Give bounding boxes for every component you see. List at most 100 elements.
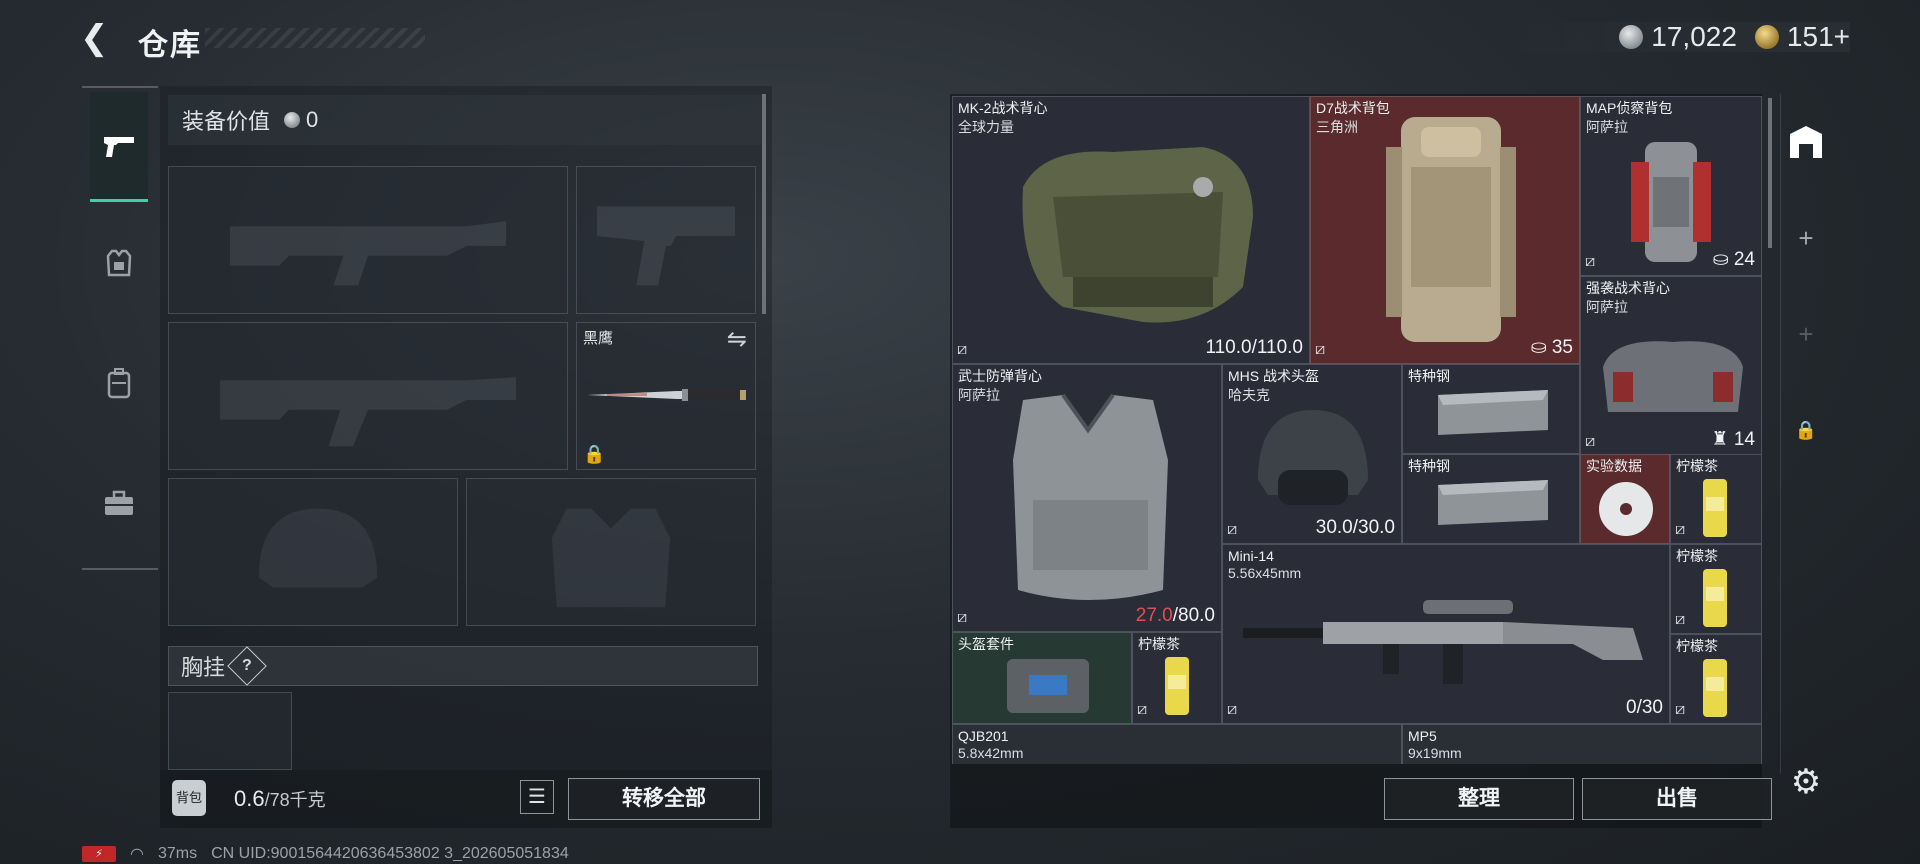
- chest-rig-slot[interactable]: [168, 692, 292, 770]
- item-assault-vest[interactable]: 强袭战术背心 阿萨拉 ⧄ ♜ 14: [1580, 276, 1762, 456]
- disc-image: [1599, 482, 1653, 536]
- armor-slot[interactable]: [466, 478, 756, 626]
- storage-home-icon: [1790, 126, 1822, 158]
- capacity: ⛀ 24: [1712, 249, 1755, 270]
- lock-icon: 🔒: [1794, 419, 1818, 440]
- storage-scrollbar[interactable]: [1768, 98, 1772, 248]
- battery-icon: ⚡: [82, 846, 116, 862]
- helmet-slot[interactable]: [168, 478, 458, 626]
- add-storage-button[interactable]: +: [1778, 198, 1834, 278]
- transfer-all-button[interactable]: 转移全部: [568, 778, 760, 820]
- item-lemon-tea[interactable]: 柠檬茶 ⧄: [1670, 454, 1762, 544]
- locked-storage-button[interactable]: 🔒: [1778, 390, 1834, 470]
- capacity: ♜ 14: [1711, 429, 1755, 450]
- settings-button[interactable]: ⚙: [1786, 762, 1826, 802]
- list-icon: ☰: [528, 786, 546, 808]
- tradeable-icon: ⧄: [1585, 433, 1596, 450]
- tradeable-icon: ⧄: [957, 609, 968, 626]
- rail-item-armor[interactable]: [90, 208, 148, 318]
- item-mhs-helmet[interactable]: MHS 战术头盔 哈夫克 ⧄ 30.0/30.0: [1222, 364, 1402, 544]
- silver-coin-icon: [1619, 25, 1644, 49]
- item-lab-data[interactable]: 实验数据: [1580, 454, 1670, 544]
- tactical-vest-image: [1022, 147, 1253, 323]
- backpack-image: [1386, 117, 1516, 342]
- item-helmet-kit[interactable]: 头盔套件: [952, 632, 1132, 724]
- durability: 27.0/80.0: [1135, 605, 1215, 626]
- equipment-value: 0: [306, 107, 319, 132]
- tradeable-icon: ⧄: [1585, 253, 1596, 270]
- primary-weapon-slot[interactable]: [168, 166, 568, 314]
- tradeable-icon: ⧄: [1137, 701, 1148, 718]
- rifle-placeholder-icon: [220, 377, 516, 447]
- lemon-tea-can-image: [1165, 657, 1189, 715]
- lemon-tea-can-image: [1703, 659, 1727, 717]
- tradeable-icon: ⧄: [1675, 611, 1686, 628]
- rifle-image: [1243, 600, 1643, 684]
- plus-icon: +: [1798, 222, 1814, 253]
- lemon-tea-can-image: [1703, 569, 1727, 627]
- item-d7-backpack[interactable]: D7战术背包 三角洲 ⧄ ⛀ 35: [1310, 96, 1580, 364]
- lemon-tea-can-image: [1703, 479, 1727, 537]
- ammo-count: 0/30: [1626, 697, 1663, 718]
- pistol-slot[interactable]: [576, 166, 756, 314]
- page-title: 仓库: [138, 29, 202, 62]
- knife-icon: [587, 389, 746, 401]
- item-samurai-vest[interactable]: 武士防弹背心 阿萨拉 ⧄ 27.0/80.0: [952, 364, 1222, 632]
- plus-icon: +: [1798, 318, 1814, 349]
- back-arrow-icon: ❮: [80, 19, 109, 57]
- vest-image: [1603, 341, 1743, 412]
- title-decoration: [205, 28, 425, 48]
- item-map-backpack[interactable]: MAP侦察背包 阿萨拉 ⧄ ⛀ 24: [1580, 96, 1762, 276]
- item-lemon-tea[interactable]: 柠檬茶 ⧄: [1670, 544, 1762, 634]
- rail-item-storage[interactable]: [1778, 102, 1834, 182]
- item-mp5[interactable]: MP5 9x19mm: [1402, 724, 1762, 764]
- category-rail: [82, 86, 158, 570]
- kit-bag-image: [1007, 659, 1089, 713]
- toolbox-icon: [105, 490, 133, 515]
- gold-currency[interactable]: 151+: [1754, 21, 1850, 53]
- chest-rig-header: 胸挂 ?: [168, 646, 758, 686]
- item-lemon-tea[interactable]: 柠檬茶 ⧄: [1670, 634, 1762, 724]
- loadout-scrollbar[interactable]: [762, 94, 766, 314]
- tradeable-icon: ⧄: [1315, 341, 1326, 358]
- rail-item-weapons[interactable]: [90, 92, 148, 202]
- item-lemon-tea[interactable]: 柠檬茶 ⧄: [1132, 632, 1222, 724]
- item-special-steel[interactable]: 特种钢: [1402, 454, 1580, 544]
- add-currency-icon[interactable]: +: [1834, 21, 1850, 52]
- durability: 30.0/30.0: [1315, 517, 1395, 538]
- item-special-steel[interactable]: 特种钢: [1402, 364, 1580, 454]
- back-button[interactable]: ❮: [80, 18, 120, 58]
- item-mini14-rifle[interactable]: Mini-14 5.56x45mm ⧄ 0/30: [1222, 544, 1670, 724]
- armor-icon: [106, 249, 132, 277]
- swap-icon[interactable]: ⇋: [727, 325, 747, 354]
- carry-weight: 0.6/78千克: [234, 786, 326, 811]
- sell-button[interactable]: 出售: [1582, 778, 1772, 820]
- help-icon[interactable]: ?: [227, 646, 267, 686]
- sort-button[interactable]: 整理: [1384, 778, 1574, 820]
- secondary-weapon-slot[interactable]: [168, 322, 568, 470]
- lock-icon: 🔒: [583, 444, 606, 464]
- rifle-placeholder-icon: [229, 221, 507, 286]
- item-mk2-vest[interactable]: MK-2战术背心 全球力量 ⧄ 110.0/110.0: [952, 96, 1310, 364]
- helmet-image: [1258, 410, 1368, 505]
- equipment-value-label: 装备价值: [182, 109, 271, 134]
- tradeable-icon: ⧄: [957, 341, 968, 358]
- silver-currency: 17,022: [1619, 21, 1737, 53]
- pistol-icon: [104, 136, 134, 157]
- add-storage-button[interactable]: +: [1778, 294, 1834, 374]
- rail-item-kits[interactable]: [90, 448, 148, 558]
- list-view-button[interactable]: ☰: [520, 780, 554, 814]
- ping-value: 37ms: [157, 845, 198, 862]
- armor-placeholder-icon: [551, 508, 671, 608]
- status-bar: ⚡ ◠ 37ms CN UID:9001564420636453802 3_20…: [82, 844, 569, 864]
- wifi-icon: ◠: [130, 846, 144, 863]
- melee-slot[interactable]: 黑鹰 ⇋ 🔒: [576, 322, 756, 470]
- user-uid: CN UID:9001564420636453802 3_20260505183…: [211, 845, 569, 862]
- armor-vest-image: [1013, 393, 1168, 600]
- tradeable-icon: ⧄: [1227, 701, 1238, 718]
- silver-coin-icon: [284, 112, 301, 128]
- helmet-placeholder-icon: [258, 508, 378, 588]
- rail-item-bags[interactable]: [90, 328, 148, 438]
- bag-weight-icon: 背包: [172, 780, 206, 816]
- item-qjb201[interactable]: QJB201 5.8x42mm: [952, 724, 1402, 764]
